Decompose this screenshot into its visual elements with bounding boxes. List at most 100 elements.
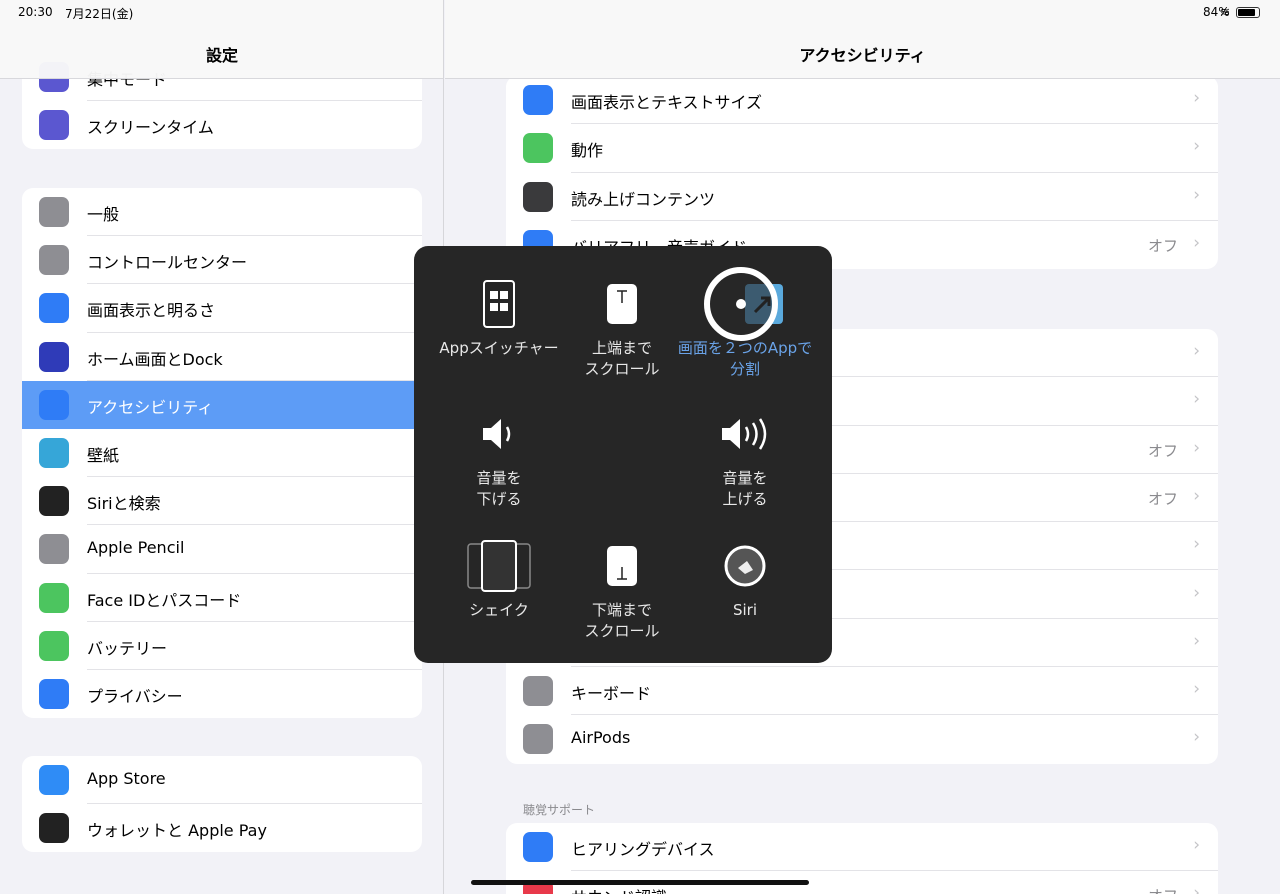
menu-item[interactable]: 画面を２つのAppで 分割 — [670, 267, 820, 380]
settings-row[interactable]: 画面表示と明るさ — [22, 284, 422, 333]
chevron-right-icon: › — [1193, 679, 1200, 700]
chevron-right-icon: › — [1193, 389, 1200, 410]
battery-percent: 84% — [1203, 5, 1230, 19]
home-indicator[interactable] — [471, 880, 809, 885]
volume-down-icon — [424, 406, 574, 462]
menu-item[interactable]: Siri — [670, 538, 820, 621]
menu-item-label: 音量を 上げる — [722, 469, 768, 508]
menu-item[interactable]: 音量を 下げる — [424, 406, 574, 510]
row-value: オフ — [1147, 489, 1178, 508]
flower-icon — [39, 438, 69, 468]
status-date: 7月22日(金) — [65, 7, 134, 21]
settings-row[interactable]: キーボード › — [506, 667, 1218, 716]
detail-header: ≋ 84% アクセシビリティ — [445, 0, 1280, 79]
settings-row[interactable]: ホーム画面とDock — [22, 333, 422, 381]
row-value: オフ — [1147, 441, 1178, 460]
speech-icon — [523, 181, 553, 212]
row-label: 読み上げコンテンツ — [571, 189, 716, 209]
row-label: App Store — [87, 769, 166, 788]
app-store-icon — [39, 765, 69, 795]
motion-icon — [523, 133, 553, 164]
row-value: オフ — [1147, 236, 1178, 255]
ear-icon — [523, 832, 553, 862]
row-label: Siriと検索 — [87, 494, 161, 514]
settings-row[interactable]: バッテリー — [22, 622, 422, 670]
settings-row[interactable]: コントロールセンター — [22, 236, 422, 285]
settings-row[interactable]: AirPods › — [506, 715, 1218, 763]
accessibility-icon — [39, 389, 69, 420]
chevron-right-icon: › — [1193, 534, 1200, 555]
settings-row[interactable]: ヒアリングデバイス › — [506, 823, 1218, 872]
row-label: コントロールセンター — [87, 253, 248, 273]
chevron-right-icon: › — [1193, 630, 1200, 651]
settings-row[interactable]: App Store — [22, 756, 422, 805]
menu-item-label: 画面を２つのAppで 分割 — [677, 339, 813, 378]
row-label: ホーム画面とDock — [87, 349, 223, 369]
face-id-icon — [39, 582, 69, 613]
sidebar-title: 設定 — [205, 46, 238, 65]
row-label: スクリーンタイム — [87, 118, 214, 138]
row-label: 画面表示と明るさ — [87, 301, 216, 321]
settings-row[interactable]: 動作 › — [506, 124, 1218, 173]
page-title: アクセシビリティ — [799, 46, 926, 65]
chevron-right-icon: › — [1193, 437, 1200, 458]
gear-icon — [39, 197, 69, 227]
row-label: プライバシー — [87, 687, 183, 706]
row-label: ヒアリングデバイス — [571, 840, 715, 859]
menu-item-label: Siri — [732, 601, 758, 619]
siri-icon — [670, 538, 820, 594]
assistive-touch-menu: Appスイッチャー 上端まで スクロール 画面を２つのAppで 分割 音量を 下げる音… — [414, 246, 832, 663]
settings-row[interactable]: スクリーンタイム — [22, 101, 422, 149]
row-label: 動作 — [571, 141, 604, 161]
chevron-right-icon: › — [1193, 136, 1200, 157]
settings-row[interactable]: Apple Pencil — [22, 525, 422, 574]
menu-item-label: 音量を 下げる — [476, 469, 522, 508]
settings-row[interactable]: 画面表示とテキストサイズ › — [506, 76, 1218, 125]
keyboard-icon — [523, 676, 553, 707]
row-label: 壁紙 — [87, 446, 120, 465]
pencil-icon — [39, 534, 69, 565]
row-label: Apple Pencil — [87, 538, 185, 558]
settings-row[interactable]: 壁紙 — [22, 429, 422, 478]
chevron-right-icon: › — [1193, 341, 1200, 361]
row-label: 一般 — [87, 205, 120, 224]
settings-row[interactable]: Face IDとパスコード — [22, 574, 422, 622]
status-time: 20:30 — [18, 5, 53, 19]
siri-icon — [39, 486, 69, 517]
row-label: 画面表示とテキストサイズ — [571, 93, 763, 112]
sidebar: 集中モード スクリーンタイム 一般 コントロールセンター 画面表示と明るさ ホーム画面とD… — [0, 0, 444, 894]
hourglass-icon — [39, 110, 69, 141]
volume-up-icon — [670, 406, 820, 462]
split-screen-icon — [670, 267, 820, 341]
text-size-icon — [39, 293, 69, 324]
settings-row[interactable]: ウォレットと Apple Pay — [22, 804, 422, 852]
section-header: 聴覚サポート — [523, 803, 596, 817]
settings-row[interactable]: Siriと検索 — [22, 477, 422, 526]
row-label: AirPods — [571, 728, 631, 748]
row-label: Face IDとパスコード — [87, 590, 242, 610]
text-size-icon — [523, 85, 553, 115]
chevron-right-icon: › — [1193, 727, 1200, 748]
wallet-icon — [39, 813, 69, 844]
hand-icon — [39, 679, 69, 709]
settings-row[interactable]: アクセシビリティ — [22, 380, 422, 429]
chevron-right-icon: › — [1193, 184, 1200, 205]
row-label: ウォレットと Apple Pay — [87, 821, 267, 841]
airpods-icon — [523, 724, 553, 755]
settings-group: 一般コントロールセンター 画面表示と明るさ ホーム画面とDock アクセシビリティ 壁紙… — [22, 188, 422, 719]
settings-row[interactable]: 一般 — [22, 188, 422, 237]
menu-item[interactable]: 音量を 上げる — [670, 406, 820, 510]
settings-row[interactable]: プライバシー — [22, 670, 422, 718]
row-label: アクセシビリティ — [87, 397, 214, 417]
chevron-right-icon: › — [1193, 88, 1200, 108]
toggle-icon — [39, 245, 69, 276]
row-value: オフ — [1148, 885, 1178, 894]
battery-icon — [1236, 7, 1260, 18]
row-label: サウンド認識 — [571, 884, 667, 894]
chevron-right-icon: › — [1193, 582, 1200, 603]
settings-group: App Store ウォレットと Apple Pay — [22, 756, 422, 853]
settings-row[interactable]: 読み上げコンテンツ › — [506, 173, 1218, 221]
settings-group: 画面表示とテキストサイズ›動作›読み上げコンテンツ›バリアフリー音声ガイドオフ› — [506, 76, 1218, 270]
sidebar-header: 20:30 7月22日(金) 設定 — [0, 0, 443, 79]
grid-icon — [39, 341, 69, 372]
